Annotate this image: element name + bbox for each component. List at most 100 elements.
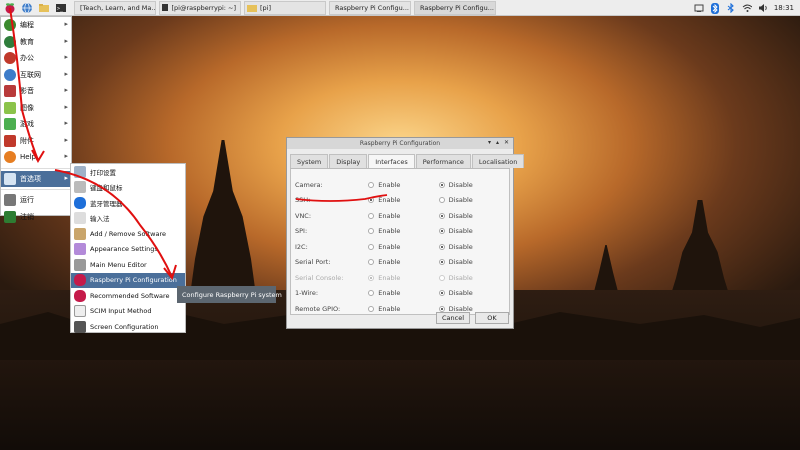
task-label: [Teach, Learn, and Ma...	[80, 3, 156, 12]
menu-item-sound-video[interactable]: 影音 ▸	[1, 83, 71, 100]
enable-radio[interactable]: Enable	[368, 212, 438, 220]
volume-icon[interactable]	[758, 3, 768, 14]
menu-item-graphics[interactable]: 图像 ▸	[1, 100, 71, 117]
task-terminal[interactable]: [pi@raspberrypi: ~]	[159, 0, 241, 15]
enable-label: Enable	[378, 196, 401, 204]
radio-button	[438, 228, 445, 234]
submenu-item-label: Appearance Settings	[90, 245, 158, 254]
cancel-button[interactable]: Cancel	[436, 312, 470, 324]
tab-performance[interactable]: Performance	[415, 154, 471, 168]
submenu-item-print-settings[interactable]: 打印设置	[71, 164, 185, 180]
enable-radio[interactable]: Enable	[368, 305, 438, 313]
taskbar: >_ [Teach, Learn, and Ma... [pi@raspberr…	[0, 0, 800, 16]
tab-interfaces[interactable]: Interfaces	[368, 154, 415, 168]
radio-button	[438, 243, 445, 250]
menu-item-office[interactable]: 办公 ▸	[1, 50, 71, 67]
minimize-icon[interactable]: ▾	[488, 139, 491, 146]
menu-item-programming[interactable]: 编程 ▸	[1, 17, 71, 34]
submenu-item-recommended-software[interactable]: Recommended Software	[71, 288, 185, 304]
raspberry-menu-button[interactable]	[2, 0, 17, 15]
dialog-titlebar[interactable]: Raspberry Pi Configuration ▾ ▴ ✕	[287, 138, 513, 149]
clock[interactable]: 18:31	[774, 4, 794, 12]
scim-icon	[74, 305, 86, 318]
bluetooth-icon[interactable]	[710, 2, 720, 14]
submenu-item-appearance-settings[interactable]: Appearance Settings	[71, 242, 185, 258]
tab-system[interactable]: System	[290, 154, 329, 168]
interface-label: Camera:	[295, 180, 323, 189]
tab-label: Localisation	[478, 157, 518, 166]
menu-item-shutdown[interactable]: 注销	[1, 209, 71, 226]
disable-radio[interactable]: Disable	[438, 289, 509, 297]
submenu-item-raspberry-pi-configuration[interactable]: Raspberry Pi Configuration	[71, 272, 185, 288]
dialog-title: Raspberry Pi Configuration	[359, 140, 441, 147]
menu-item-accessories[interactable]: 附件 ▸	[1, 133, 71, 150]
enable-radio[interactable]: Enable	[368, 196, 438, 204]
disable-radio[interactable]: Disable	[438, 258, 509, 266]
menu-separator	[1, 167, 71, 169]
submenu-item-label: Add / Remove Software	[90, 229, 167, 238]
enable-label: Enable	[378, 304, 401, 313]
office-icon	[4, 52, 16, 65]
task-browser[interactable]: [Teach, Learn, and Ma...	[74, 0, 156, 15]
menu-item-label: 附件	[20, 136, 34, 145]
close-icon[interactable]: ✕	[504, 139, 509, 146]
terminal-button[interactable]: >_	[53, 0, 68, 15]
updates-icon[interactable]	[694, 3, 704, 14]
globe-icon	[21, 2, 32, 13]
disable-radio[interactable]: Disable	[438, 196, 509, 204]
tab-localisation[interactable]: Localisation	[471, 154, 525, 168]
disable-radio[interactable]: Disable	[438, 181, 509, 189]
interface-row-vnc: VNC: Enable Disable	[295, 208, 509, 223]
file-manager-button[interactable]	[36, 0, 51, 15]
ok-button[interactable]: OK	[475, 312, 509, 324]
task-file-manager[interactable]: [pi]	[244, 0, 326, 15]
radio-button	[368, 290, 375, 296]
submenu-item-main-menu-editor[interactable]: Main Menu Editor	[71, 257, 185, 273]
web-browser-button[interactable]	[19, 0, 34, 15]
menu-item-education[interactable]: 教育 ▸	[1, 34, 71, 51]
submenu-item-keyboard-mouse[interactable]: 键盘和鼠标	[71, 180, 185, 196]
submenu-item-label: 打印设置	[90, 168, 116, 177]
enable-radio[interactable]: Enable	[368, 181, 438, 189]
disable-radio[interactable]: Disable	[438, 227, 509, 235]
education-icon	[4, 35, 16, 48]
tab-display[interactable]: Display	[329, 154, 368, 168]
menu-item-internet[interactable]: 互联网 ▸	[1, 67, 71, 84]
submenu-item-add-remove-software[interactable]: Add / Remove Software	[71, 226, 185, 242]
menu-item-preferences[interactable]: 首选项 ▸	[1, 170, 71, 187]
chevron-right-icon: ▸	[64, 53, 68, 61]
enable-radio[interactable]: Enable	[368, 243, 438, 251]
maximize-icon[interactable]: ▴	[496, 139, 499, 146]
submenu-item-scim-input-method[interactable]: SCIM Input Method	[71, 304, 185, 320]
menu-item-games[interactable]: 游戏 ▸	[1, 116, 71, 133]
chevron-right-icon: ▸	[64, 173, 68, 182]
submenu-item-label: SCIM Input Method	[90, 307, 152, 316]
enable-radio[interactable]: Enable	[368, 227, 438, 235]
raspberry-icon	[74, 289, 86, 302]
task-rpi-config-1[interactable]: Raspberry Pi Configu...	[329, 0, 411, 15]
task-rpi-config-2[interactable]: Raspberry Pi Configu...	[414, 0, 496, 15]
terminal-icon: >_	[55, 3, 66, 12]
radio-button	[438, 274, 445, 281]
enable-label: Enable	[378, 289, 401, 297]
menu-item-help[interactable]: Help ▸	[1, 149, 71, 166]
disable-label: Disable	[448, 242, 473, 251]
disable-radio[interactable]: Disable	[438, 242, 509, 251]
interface-label: Serial Port:	[295, 258, 331, 266]
task-label: [pi]	[260, 3, 272, 12]
menu-item-label: 运行	[20, 196, 34, 205]
submenu-item-input-method[interactable]: 输入法	[71, 211, 185, 227]
menu-item-run[interactable]: 运行	[1, 192, 71, 209]
bluetooth-status-icon[interactable]	[726, 3, 736, 14]
radio-button	[438, 290, 445, 296]
disable-radio[interactable]: Disable	[438, 212, 509, 220]
submenu-item-screen-configuration[interactable]: Screen Configuration	[71, 319, 185, 335]
enable-radio[interactable]: Enable	[368, 258, 438, 266]
radio-button	[368, 274, 375, 281]
wifi-icon[interactable]	[742, 3, 752, 14]
enable-radio[interactable]: Enable	[368, 289, 438, 297]
radio-button	[438, 197, 445, 203]
disable-label: Disable	[448, 273, 473, 282]
submenu-item-bluetooth-manager[interactable]: 蓝牙管理器	[71, 195, 185, 211]
menu-item-label: 首选项	[20, 174, 41, 183]
